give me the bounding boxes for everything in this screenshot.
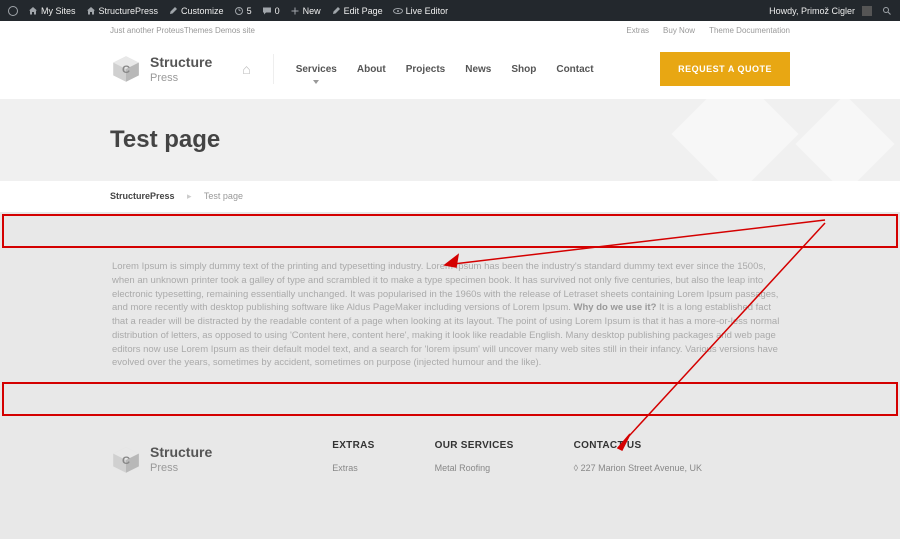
howdy-user[interactable]: Howdy, Primož Cigler bbox=[769, 6, 872, 16]
nav-services[interactable]: Services bbox=[296, 64, 337, 75]
logo-line2: Press bbox=[150, 72, 178, 84]
nav-about[interactable]: About bbox=[357, 64, 386, 75]
wp-admin-bar: My Sites StructurePress Customize 5 0 Ne… bbox=[0, 0, 900, 21]
nav-news[interactable]: News bbox=[465, 64, 491, 75]
footer-col-services: OUR SERVICES Metal Roofing bbox=[435, 440, 514, 479]
edit-page-link[interactable]: Edit Page bbox=[331, 6, 383, 16]
content-bold: Why do we use it? bbox=[574, 302, 657, 313]
footer-logo[interactable]: C StructurePress bbox=[110, 440, 212, 479]
logo-line1: Structure bbox=[150, 54, 212, 70]
search-icon bbox=[882, 6, 892, 16]
site-footer: C StructurePress EXTRAS Extras OUR SERVI… bbox=[0, 418, 900, 479]
divider bbox=[273, 54, 274, 84]
annotation-box-top bbox=[2, 214, 898, 248]
topstrip-link[interactable]: Buy Now bbox=[663, 26, 695, 35]
search-toggle[interactable] bbox=[882, 6, 892, 16]
annotation-box-bottom bbox=[2, 382, 898, 416]
footer-heading: CONTACT US bbox=[574, 440, 702, 451]
house-icon bbox=[86, 6, 96, 16]
customize-link[interactable]: Customize bbox=[168, 6, 224, 16]
footer-col-extras: EXTRAS Extras bbox=[332, 440, 374, 479]
home-icon-link[interactable]: ⌂ bbox=[242, 61, 250, 77]
page-content: Lorem Ipsum is simply dummy text of the … bbox=[0, 250, 900, 380]
crumb-home[interactable]: StructurePress bbox=[110, 191, 175, 201]
site-header: C Structure Press ⌂ Services About Projec… bbox=[0, 39, 900, 99]
footer-heading: EXTRAS bbox=[332, 440, 374, 451]
nav-shop[interactable]: Shop bbox=[511, 64, 536, 75]
comments-link[interactable]: 0 bbox=[262, 6, 280, 16]
main-nav: Services About Projects News Shop Contac… bbox=[296, 64, 594, 75]
tagline: Just another ProteusThemes Demos site bbox=[110, 26, 255, 35]
footer-link[interactable]: Extras bbox=[332, 463, 374, 473]
topstrip-link[interactable]: Extras bbox=[626, 26, 649, 35]
footer-address: ◊ 227 Marion Street Avenue, UK bbox=[574, 463, 702, 473]
top-strip: Just another ProteusThemes Demos site Ex… bbox=[0, 21, 900, 39]
house-icon bbox=[28, 6, 38, 16]
breadcrumb: StructurePress ▸ Test page bbox=[0, 181, 900, 212]
nav-projects[interactable]: Projects bbox=[406, 64, 445, 75]
footer-heading: OUR SERVICES bbox=[435, 440, 514, 451]
page-title: Test page bbox=[110, 126, 220, 154]
request-quote-button[interactable]: REQUEST A QUOTE bbox=[660, 52, 790, 86]
avatar-icon bbox=[862, 6, 872, 16]
live-editor-link[interactable]: Live Editor bbox=[393, 6, 449, 16]
page-hero: Test page bbox=[0, 99, 900, 181]
site-name-link[interactable]: StructurePress bbox=[86, 6, 159, 16]
crumb-current: Test page bbox=[204, 191, 243, 201]
pencil-icon bbox=[331, 6, 341, 16]
footer-link[interactable]: Metal Roofing bbox=[435, 463, 514, 473]
refresh-icon bbox=[234, 6, 244, 16]
topstrip-link[interactable]: Theme Documentation bbox=[709, 26, 790, 35]
new-link[interactable]: New bbox=[290, 6, 321, 16]
comment-icon bbox=[262, 6, 272, 16]
logo-cube-icon: C bbox=[110, 444, 142, 476]
brush-icon bbox=[168, 6, 178, 16]
hero-decoration bbox=[640, 99, 900, 181]
svg-text:C: C bbox=[122, 64, 130, 76]
my-sites-link[interactable]: My Sites bbox=[28, 6, 76, 16]
eye-icon bbox=[393, 6, 403, 16]
updates-link[interactable]: 5 bbox=[234, 6, 252, 16]
svg-text:C: C bbox=[122, 455, 130, 467]
nav-contact[interactable]: Contact bbox=[556, 64, 593, 75]
footer-col-contact: CONTACT US ◊ 227 Marion Street Avenue, U… bbox=[574, 440, 702, 479]
wp-logo[interactable] bbox=[8, 6, 18, 16]
plus-icon bbox=[290, 6, 300, 16]
chevron-right-icon: ▸ bbox=[187, 191, 192, 201]
site-logo[interactable]: C Structure Press bbox=[110, 53, 212, 85]
logo-cube-icon: C bbox=[110, 53, 142, 85]
